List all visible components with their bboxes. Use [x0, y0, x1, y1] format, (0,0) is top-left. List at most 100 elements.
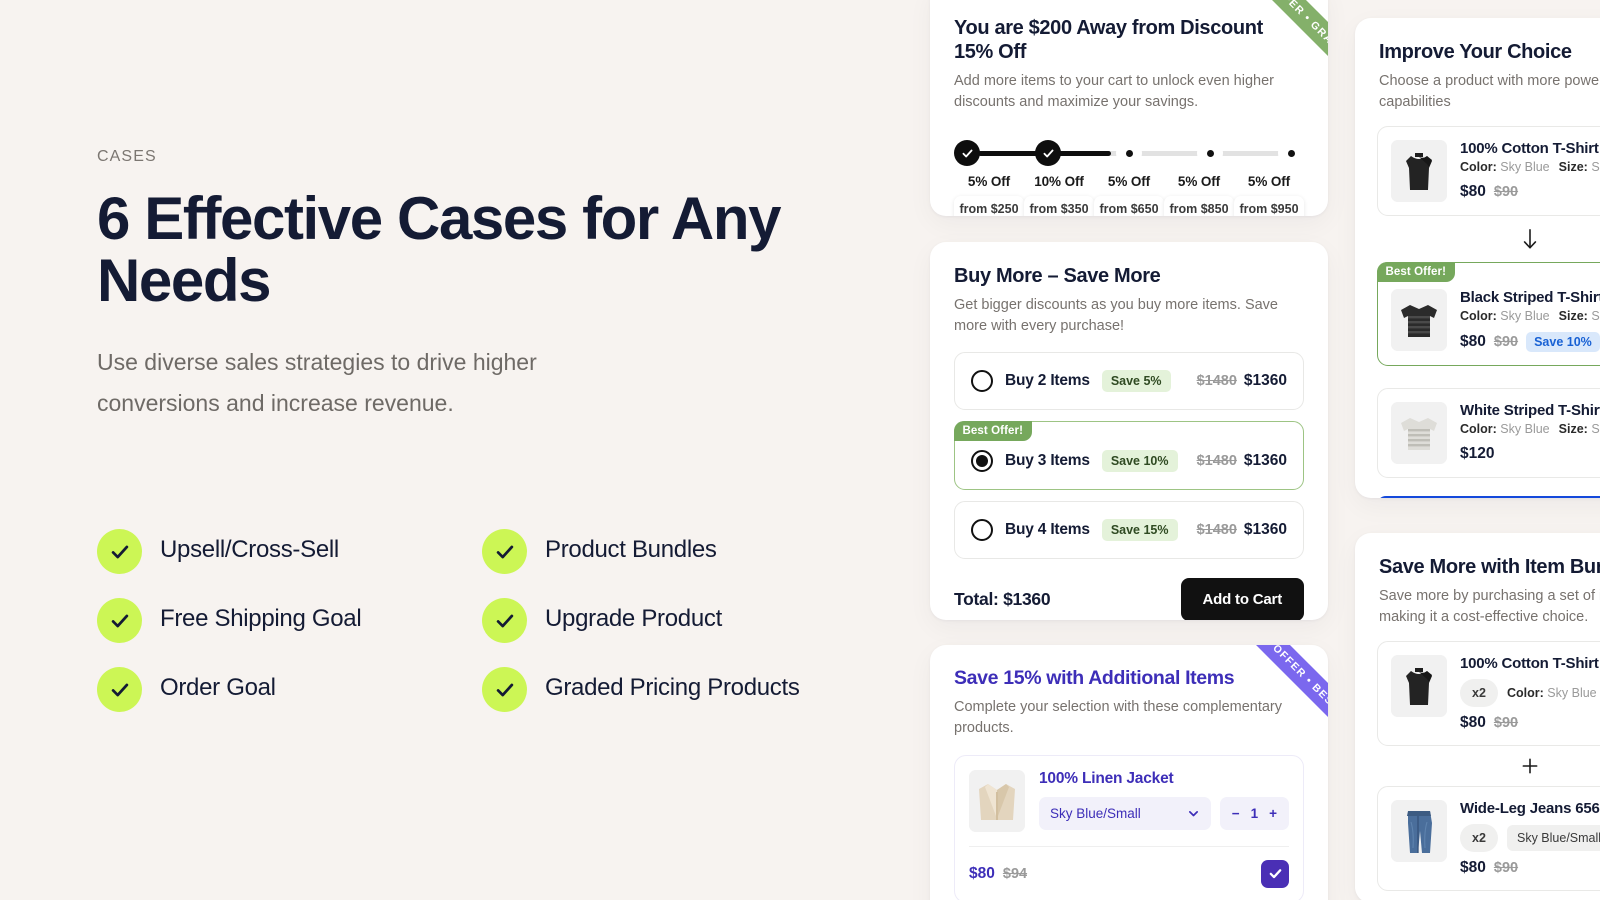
feature-label: Free Shipping Goal: [160, 605, 362, 632]
product-thumbnail: [1391, 289, 1447, 352]
bundle-card-title: Save More with Item Bundle: [1379, 556, 1600, 578]
check-circle-icon: [97, 667, 142, 712]
improve-card-title: Improve Your Choice: [1379, 41, 1572, 63]
tier-save-badge: Save 15%: [1101, 519, 1178, 542]
tier-option-list: Buy 2 Items Save 5% $1480 $1360 Best Off…: [930, 336, 1328, 560]
check-icon: [496, 545, 513, 558]
feature-item: Upsell/Cross-Sell: [97, 527, 482, 574]
price-current: $1360: [1243, 372, 1287, 390]
tier-save-badge: Save 5%: [1101, 370, 1171, 393]
feature-item: Graded Pricing Products: [482, 665, 857, 712]
price-current: $80: [1460, 333, 1486, 351]
progress-node-todo[interactable]: [1116, 140, 1142, 167]
check-icon: [962, 149, 972, 158]
tier-prices: $1480 $1360: [1197, 521, 1287, 539]
product-attributes: Color: Sky BlueSize: Small: [1460, 160, 1600, 175]
price-current: $80: [1460, 859, 1486, 877]
price-current: $120: [1460, 445, 1495, 463]
progress-step-threshold: from $950: [1234, 196, 1304, 216]
upgrade-button[interactable]: Upgrade: [1377, 496, 1600, 498]
select-item-checkbox[interactable]: [1261, 859, 1289, 888]
additional-product-name: 100% Linen Jacket: [1039, 769, 1174, 787]
progress-step-labels: 5% Off from $250 10% Off from $350 5% Of…: [954, 174, 1304, 216]
price-current: $80: [1460, 714, 1486, 732]
buy-more-save-more-card: Buy More – Save More Get bigger discount…: [930, 242, 1328, 620]
tier-prices: $1480 $1360: [1197, 372, 1287, 390]
eyebrow-label: CASES: [97, 148, 157, 165]
product-name: 100% Cotton T-Shirt: [1460, 140, 1599, 158]
product-variant: Sky Blue/Small: [1507, 825, 1600, 852]
variant-select[interactable]: Sky Blue/Small: [1039, 796, 1211, 830]
product-thumbnail: [1391, 655, 1447, 718]
tier-option[interactable]: Buy 2 Items Save 5% $1480 $1360: [954, 352, 1304, 411]
progress-step-threshold: from $250: [954, 196, 1024, 216]
progress-node-done[interactable]: [954, 140, 980, 167]
upgrade-arrow-separator: [1377, 216, 1600, 262]
feature-list: Upsell/Cross-Sell Product Bundles Free S…: [97, 527, 857, 712]
check-circle-icon: [482, 529, 527, 574]
buymore-footer: Total: $1360 Add to Cart: [930, 559, 1328, 620]
progress-card-subtitle: Add more items to your cart to unlock ev…: [954, 73, 1274, 110]
check-icon: [496, 683, 513, 696]
hero-copy: CASES 6 Effective Cases for Any Needs Us…: [97, 148, 857, 423]
bundle-product-row[interactable]: 100% Cotton T-Shirt x2 Color: Sky Blue $…: [1377, 641, 1600, 747]
progress-node-todo[interactable]: [1197, 140, 1223, 167]
progress-dot-icon: [1206, 149, 1214, 157]
progress-card-title: You are $200 Away from Discount 15% Off: [954, 17, 1263, 63]
upgrade-product-row[interactable]: Best Offer! Black Striped T-Shirt Color:…: [1376, 261, 1600, 367]
price-original: $90: [1493, 860, 1519, 877]
add-to-cart-button[interactable]: Add to Cart: [1180, 578, 1304, 620]
tier-option[interactable]: Best Offer! Buy 3 Items Save 10% $1480 $…: [953, 420, 1304, 491]
quantity-decrease-button[interactable]: −: [1232, 806, 1240, 821]
bundle-plus-separator: [1377, 746, 1600, 786]
check-circle-icon: [97, 529, 142, 574]
progress-step: 5% Off from $850: [1164, 174, 1234, 216]
progress-node-done[interactable]: [1035, 140, 1061, 167]
product-color: Color: Sky Blue: [1507, 686, 1597, 701]
progress-bar: 5% Off from $250 10% Off from $350 5% Of…: [930, 112, 1328, 216]
bundle-product-list: 100% Cotton T-Shirt x2 Color: Sky Blue $…: [1355, 627, 1600, 892]
upgrade-product-row[interactable]: White Striped T-Shirt Color: Sky Blue Siz…: [1377, 388, 1600, 479]
price-current: $1360: [1243, 521, 1287, 539]
tier-radio-button[interactable]: [971, 370, 993, 393]
progress-step-threshold: from $850: [1164, 196, 1234, 216]
price-current: $80: [1460, 183, 1486, 201]
check-icon: [496, 614, 513, 627]
tier-radio-button[interactable]: [971, 519, 993, 542]
tier-option[interactable]: Buy 4 Items Save 15% $1480 $1360: [954, 501, 1304, 560]
price-current: $80: [969, 864, 995, 882]
product-name: Wide-Leg Jeans 656: [1460, 800, 1600, 818]
save-badge: Save 10%: [1526, 332, 1600, 353]
progress-dot-icon: [1287, 149, 1295, 157]
tier-prices: $1480 $1360: [1197, 452, 1287, 470]
improve-your-choice-card: Improve Your Choice Choose a product wit…: [1355, 18, 1600, 498]
upgrade-product-list: 100% Cotton T-Shirt Color: Sky Blue Size:…: [1355, 112, 1600, 479]
quantity-stepper[interactable]: − 1 +: [1219, 796, 1289, 830]
quantity-value: 1: [1250, 805, 1259, 821]
quantity-increase-button[interactable]: +: [1269, 806, 1277, 821]
upgrade-product-row[interactable]: 100% Cotton T-Shirt Color: Sky Blue Size:…: [1377, 126, 1600, 217]
product-thumbnail: [1391, 140, 1447, 203]
additional-card-subtitle: Complete your selection with these compl…: [954, 699, 1283, 736]
tier-radio-button[interactable]: [971, 450, 993, 473]
feature-label: Upsell/Cross-Sell: [160, 536, 339, 563]
feature-label: Product Bundles: [545, 536, 717, 563]
progress-step: 10% Off from $350: [1024, 174, 1094, 216]
variant-select-value: Sky Blue/Small: [1050, 805, 1141, 821]
bundle-product-row[interactable]: Wide-Leg Jeans 656 x2 Sky Blue/Small $80…: [1377, 786, 1600, 892]
progress-step-percent: 5% Off: [1247, 174, 1291, 190]
price-original: $90: [1493, 334, 1519, 351]
feature-item: Upgrade Product: [482, 596, 857, 643]
product-thumbnail: [1391, 800, 1447, 863]
chevron-down-icon: [1188, 810, 1198, 816]
progress-step-threshold: from $350: [1024, 196, 1094, 216]
progress-node-todo[interactable]: [1278, 140, 1304, 167]
progress-step-percent: 5% Off: [1107, 174, 1151, 190]
feature-item: Product Bundles: [482, 527, 857, 574]
progress-step-percent: 10% Off: [1034, 174, 1084, 190]
product-name: White Striped T-Shirt: [1460, 402, 1600, 420]
progress-step-threshold: from $650: [1094, 196, 1164, 216]
product-prices: $80 $90: [1460, 714, 1600, 732]
page-title: 6 Effective Cases for Any Needs: [97, 185, 781, 314]
product-thumbnail-linen-jacket: [969, 769, 1025, 832]
